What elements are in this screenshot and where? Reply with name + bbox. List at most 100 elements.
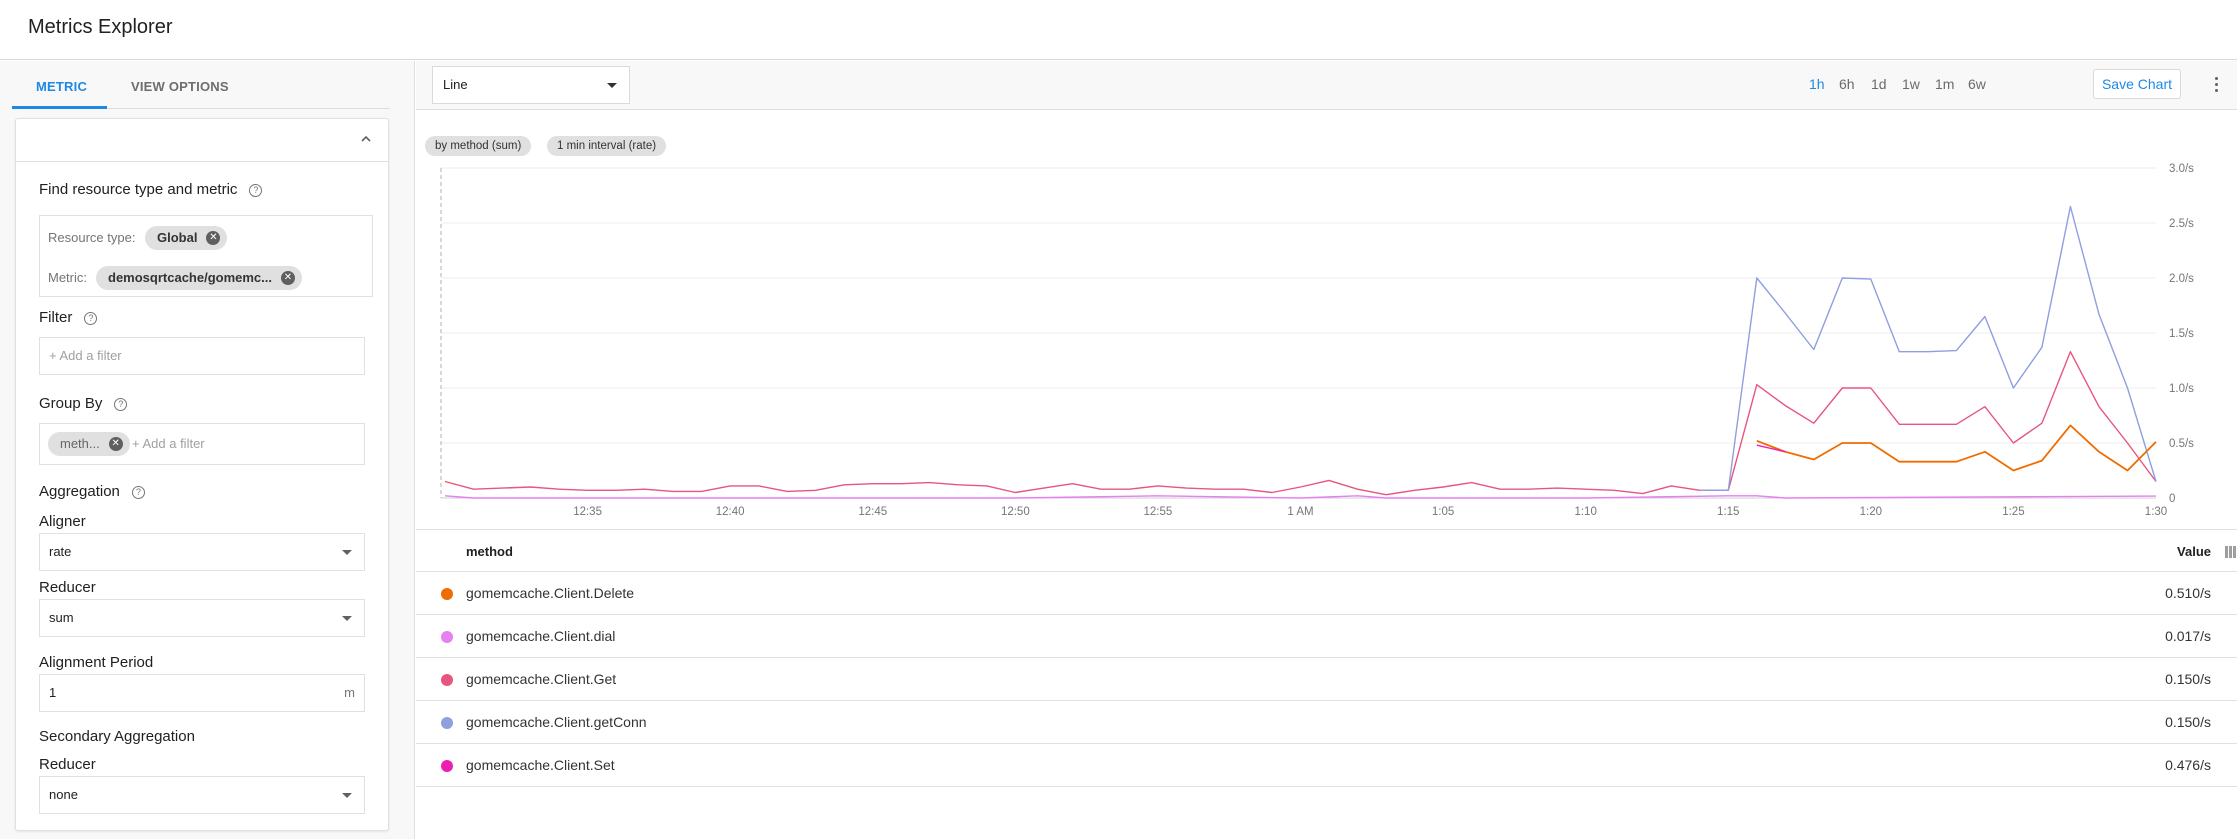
- dropdown-caret-icon: [342, 616, 352, 621]
- dropdown-caret-icon: [342, 793, 352, 798]
- secondary-reducer-label: Reducer: [39, 756, 96, 773]
- save-chart-button[interactable]: Save Chart: [2093, 69, 2181, 99]
- chart-toolbar: Line 1h 6h 1d 1w 1m 6w Save Chart: [416, 61, 2237, 110]
- resource-metric-box: Resource type: Global ✕ Metric: demosqrt…: [39, 215, 373, 297]
- interval-pill: 1 min interval (rate): [547, 136, 667, 156]
- chart-area: Line 1h 6h 1d 1w 1m 6w Save Chart by met…: [416, 61, 2237, 839]
- range-6h[interactable]: 6h: [1839, 76, 1855, 92]
- chart-type-select[interactable]: Line: [432, 66, 630, 104]
- metric-card: Find resource type and metric? Resource …: [15, 118, 389, 831]
- metric-chip[interactable]: demosqrtcache/gomemc... ✕: [96, 266, 302, 290]
- series-name: gomemcache.Client.getConn: [466, 714, 647, 730]
- series-value: 0.150/s: [2165, 714, 2211, 730]
- columns-icon[interactable]: [2225, 545, 2237, 558]
- table-row[interactable]: gomemcache.Client.Delete 0.510/s: [416, 572, 2237, 615]
- page-title: Metrics Explorer: [28, 16, 173, 38]
- y-tick-label: 1.0/s: [2169, 383, 2194, 395]
- series-line-dial: [444, 495, 2157, 499]
- help-icon[interactable]: ?: [131, 486, 145, 499]
- help-icon[interactable]: ?: [114, 398, 128, 411]
- series-color-dot: [441, 760, 453, 772]
- tab-metric[interactable]: METRIC: [36, 79, 87, 94]
- x-tick-label: 12:50: [1001, 506, 1030, 518]
- resource-type-chip[interactable]: Global ✕: [145, 226, 228, 250]
- legend-table: method Value gomemcache.Client.Delete 0.5…: [416, 529, 2237, 787]
- group-by-chip[interactable]: meth... ✕: [48, 432, 130, 456]
- find-section-label: Find resource type and metric?: [39, 181, 263, 198]
- x-tick-label: 1:10: [1574, 506, 1596, 518]
- x-tick-label: 1:05: [1432, 506, 1454, 518]
- column-header-value[interactable]: Value: [2177, 544, 2211, 559]
- resource-type-label: Resource type:: [48, 230, 136, 245]
- x-tick-label: 1:20: [1860, 506, 1882, 518]
- y-tick-label: 1.5/s: [2169, 328, 2194, 340]
- help-icon[interactable]: ?: [249, 184, 263, 197]
- aligner-select[interactable]: rate: [39, 533, 365, 571]
- x-tick-label: 12:55: [1144, 506, 1173, 518]
- x-tick-label: 1 AM: [1287, 506, 1313, 518]
- series-value: 0.476/s: [2165, 757, 2211, 773]
- range-1h[interactable]: 1h: [1809, 76, 1825, 92]
- dropdown-caret-icon: [607, 83, 617, 88]
- group-by-input[interactable]: meth... ✕ + Add a filter: [39, 423, 365, 465]
- reducer-select[interactable]: sum: [39, 599, 365, 637]
- range-1m[interactable]: 1m: [1935, 76, 1954, 92]
- x-tick-label: 12:35: [573, 506, 602, 518]
- filter-input[interactable]: + Add a filter: [39, 337, 365, 375]
- top-bar: Metrics Explorer: [0, 0, 2237, 60]
- line-chart: 0 0.5/s 1.0/s 1.5/s 2.0/s 2.5/s 3.0/s 12:35 12:4…: [440, 163, 2194, 518]
- series-line-get: [444, 350, 2157, 496]
- series-color-dot: [441, 631, 453, 643]
- aggregation-label: Aggregation?: [39, 483, 145, 500]
- y-tick-label: 2.0/s: [2169, 273, 2194, 285]
- more-options-icon[interactable]: [2215, 77, 2219, 93]
- table-row[interactable]: gomemcache.Client.Get 0.150/s: [416, 658, 2237, 701]
- metric-label: Metric:: [48, 270, 87, 285]
- series-color-dot: [441, 674, 453, 686]
- secondary-aggregation-label: Secondary Aggregation: [39, 728, 195, 745]
- series-color-dot: [441, 588, 453, 600]
- y-tick-label: 2.5/s: [2169, 218, 2194, 230]
- series-name: gomemcache.Client.dial: [466, 628, 616, 644]
- dropdown-caret-icon: [342, 550, 352, 555]
- range-1w[interactable]: 1w: [1902, 76, 1920, 92]
- table-row[interactable]: gomemcache.Client.getConn 0.150/s: [416, 701, 2237, 744]
- filter-label: Filter?: [39, 309, 98, 326]
- series-value: 0.017/s: [2165, 628, 2211, 644]
- x-tick-label: 1:15: [1717, 506, 1739, 518]
- x-tick-label: 1:25: [2002, 506, 2024, 518]
- left-panel: METRIC VIEW OPTIONS Find resource type a…: [0, 61, 415, 839]
- remove-chip-icon[interactable]: ✕: [206, 231, 221, 245]
- group-by-label: Group By?: [39, 395, 128, 412]
- alignment-period-input[interactable]: 1 m: [39, 674, 365, 712]
- card-header[interactable]: [16, 119, 388, 162]
- x-tick-label: 1:30: [2145, 506, 2167, 518]
- range-6w[interactable]: 6w: [1968, 76, 1986, 92]
- aligner-label: Aligner: [39, 513, 86, 530]
- series-name: gomemcache.Client.Set: [466, 757, 615, 773]
- remove-chip-icon[interactable]: ✕: [281, 271, 295, 285]
- y-tick-label: 0.5/s: [2169, 438, 2194, 450]
- series-line-delete: [1756, 424, 2157, 472]
- series-name: gomemcache.Client.Delete: [466, 585, 635, 601]
- reducer-label: Reducer: [39, 579, 96, 596]
- series-name: gomemcache.Client.Get: [466, 671, 617, 687]
- alignment-period-label: Alignment Period: [39, 654, 154, 671]
- panel-tabs: METRIC VIEW OPTIONS: [12, 61, 390, 109]
- tab-view-options[interactable]: VIEW OPTIONS: [131, 79, 229, 94]
- remove-chip-icon[interactable]: ✕: [108, 437, 123, 451]
- period-unit: m: [344, 685, 355, 700]
- range-1d[interactable]: 1d: [1871, 76, 1887, 92]
- table-row[interactable]: gomemcache.Client.dial 0.017/s: [416, 615, 2237, 658]
- y-tick-label: 0: [2169, 493, 2175, 505]
- table-row[interactable]: gomemcache.Client.Set 0.476/s: [416, 744, 2237, 787]
- help-icon[interactable]: ?: [84, 312, 98, 325]
- secondary-reducer-select[interactable]: none: [39, 776, 365, 814]
- x-tick-label: 12:40: [716, 506, 745, 518]
- chevron-up-icon[interactable]: [360, 133, 372, 145]
- series-color-dot: [441, 717, 453, 729]
- column-header-method[interactable]: method: [466, 544, 513, 559]
- table-header: method Value: [416, 529, 2237, 572]
- x-tick-label: 12:45: [858, 506, 887, 518]
- series-value: 0.150/s: [2165, 671, 2211, 687]
